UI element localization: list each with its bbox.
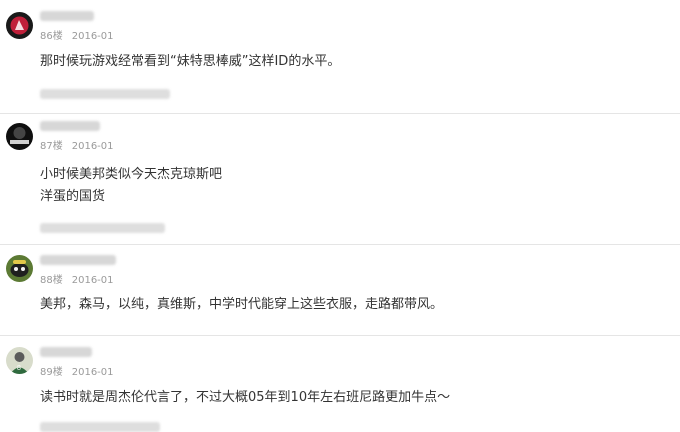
floor-number: 87楼 <box>40 141 63 152</box>
username-blurred[interactable] <box>40 347 92 357</box>
comment-item: 88楼 2016-01 美邦，森马，以纯，真维斯，中学时代能穿上这些衣服，走路都带… <box>0 252 680 332</box>
username-blurred[interactable] <box>40 255 116 265</box>
comment-actions-blurred[interactable] <box>40 223 165 233</box>
red-sports-avatar-icon[interactable] <box>6 12 33 39</box>
comment-date: 2016-01 <box>71 31 114 42</box>
comment-actions-blurred[interactable] <box>40 89 170 99</box>
comment-text: 小时候美邦类似今天杰克琼斯吧 洋蛋的国货 <box>40 164 222 208</box>
comment-list: 86楼 2016-01 那时候玩游戏经常看到“妹特思棒威”这样ID的水平。 87楼… <box>0 0 680 432</box>
comment-line: 那时候玩游戏经常看到“妹特思棒威”这样ID的水平。 <box>40 54 341 69</box>
comment-actions-blurred[interactable] <box>40 422 160 432</box>
person-avatar-icon[interactable]: 8 <box>6 347 33 374</box>
comment-date: 2016-01 <box>71 275 114 286</box>
svg-text:8: 8 <box>17 365 21 372</box>
divider <box>0 335 680 336</box>
comment-item: 86楼 2016-01 那时候玩游戏经常看到“妹特思棒威”这样ID的水平。 <box>0 8 680 108</box>
comment-text: 那时候玩游戏经常看到“妹特思棒威”这样ID的水平。 <box>40 51 340 73</box>
comment-meta: 86楼 2016-01 <box>40 27 114 42</box>
comment-item: 87楼 2016-01 小时候美邦类似今天杰克琼斯吧 洋蛋的国货 <box>0 118 680 238</box>
comment-meta: 87楼 2016-01 <box>40 137 114 152</box>
comment-text: 美邦，森马，以纯，真维斯，中学时代能穿上这些衣服，走路都带风。 <box>40 294 443 316</box>
comment-line: 读书时就是周杰伦代言了，不过大概05年到10年左右班尼路更加牛点～ <box>40 390 451 405</box>
floor-number: 89楼 <box>40 367 63 378</box>
username-blurred[interactable] <box>40 121 100 131</box>
comment-meta: 88楼 2016-01 <box>40 271 114 286</box>
divider <box>0 113 680 114</box>
comment-date: 2016-01 <box>71 367 114 378</box>
comment-text: 读书时就是周杰伦代言了，不过大概05年到10年左右班尼路更加牛点～ <box>40 387 450 409</box>
comment-line: 小时候美邦类似今天杰克琼斯吧 <box>40 167 223 182</box>
divider <box>0 244 680 245</box>
comment-item: 8 89楼 2016-01 读书时就是周杰伦代言了，不过大概05年到10年左右班尼… <box>0 344 680 432</box>
comment-line: 洋蛋的国货 <box>40 189 106 204</box>
comment-date: 2016-01 <box>71 141 114 152</box>
floor-number: 88楼 <box>40 275 63 286</box>
comment-line: 美邦，森马，以纯，真维斯，中学时代能穿上这些衣服，走路都带风。 <box>40 297 444 312</box>
floor-number: 86楼 <box>40 31 63 42</box>
dark-avatar-icon[interactable] <box>6 123 33 150</box>
sheep-avatar-icon[interactable] <box>6 255 33 282</box>
comment-meta: 89楼 2016-01 <box>40 363 114 378</box>
username-blurred[interactable] <box>40 11 94 21</box>
